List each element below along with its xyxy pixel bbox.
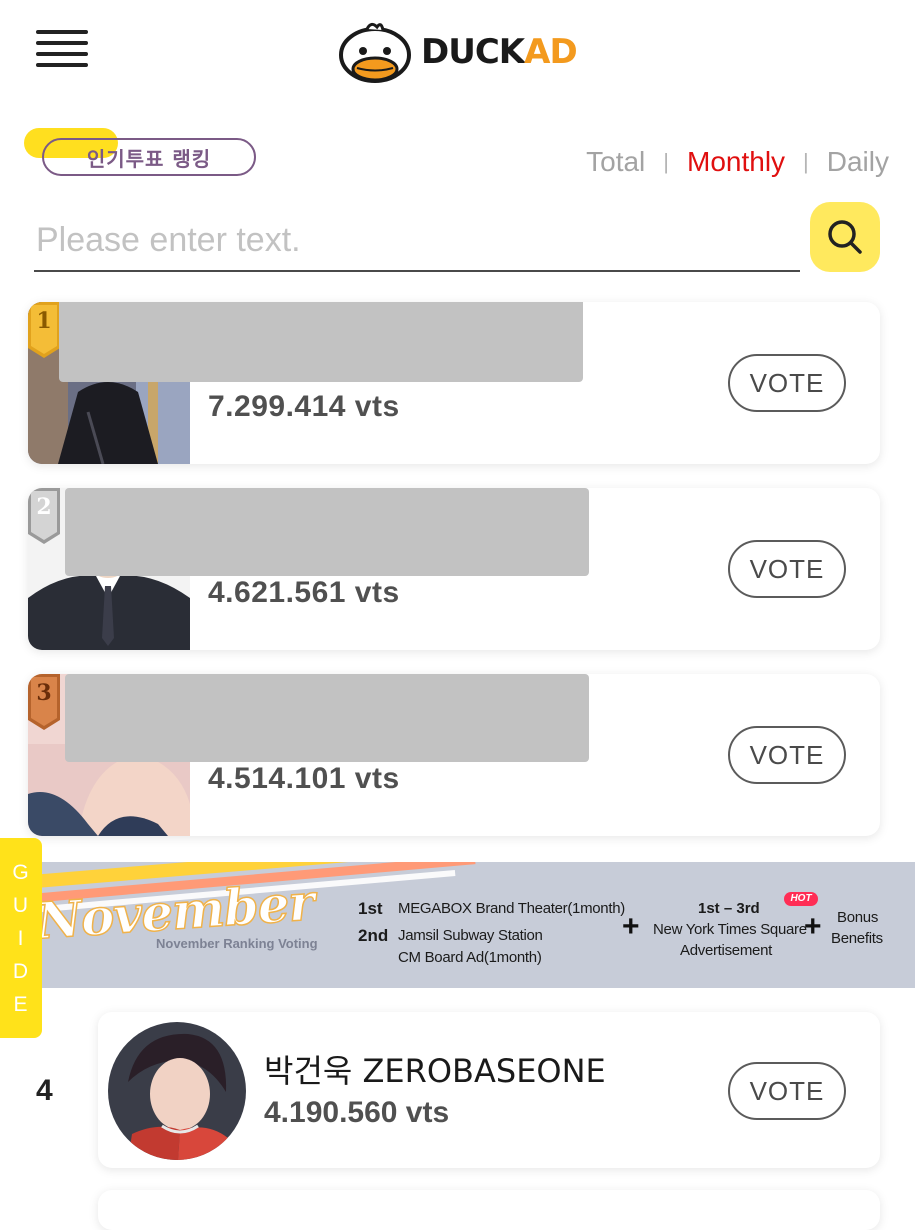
ranking-title-badge: 인기투표 랭킹: [24, 128, 264, 184]
logo-wordmark: DUCKAD: [421, 32, 578, 72]
prize-top3-text-1: New York Times Square: [653, 921, 807, 938]
redacted-name: [65, 488, 589, 576]
prize-bonus-text-2: Benefits: [831, 930, 883, 947]
prize-first-rank: 1st: [358, 899, 383, 918]
ranking-row-4: 박건욱 ZEROBASEONE 4.190.560 vts VOTE: [98, 1012, 880, 1168]
guide-letter: U: [12, 894, 30, 917]
ranking-card-3: 3 4.514.101 vts VOTE: [28, 674, 880, 836]
prize-top3-rank: 1st – 3rd: [698, 900, 760, 917]
duckad-logo[interactable]: DUCKAD: [337, 20, 578, 84]
logo-wordmark-ad: AD: [524, 32, 578, 72]
guide-letter: D: [12, 960, 30, 983]
logo-wordmark-duck: DUCK: [421, 32, 525, 72]
avatar: [108, 1022, 246, 1160]
guide-letter: G: [12, 861, 30, 884]
duck-logo-icon: [339, 22, 411, 83]
tab-separator: |: [803, 149, 809, 174]
vote-count: 4.190.560 vts: [264, 1096, 450, 1129]
november-prize-banner[interactable]: November November Ranking Voting 1st MEG…: [36, 862, 915, 988]
redacted-name: [59, 302, 583, 382]
tab-total[interactable]: Total: [586, 146, 645, 178]
plus-icon: +: [622, 910, 640, 943]
artist-name: 박건욱 ZEROBASEONE: [264, 1052, 606, 1090]
search-input[interactable]: [34, 210, 800, 272]
app-header: DUCKAD: [0, 0, 915, 110]
guide-letter: E: [13, 993, 29, 1016]
period-tabs: Total | Monthly | Daily: [586, 146, 889, 178]
rank-number: 3: [36, 680, 52, 706]
prize-second-rank: 2nd: [358, 926, 389, 945]
prize-top3-text-2: Advertisement: [680, 942, 772, 959]
plus-icon: +: [804, 910, 822, 943]
vote-count: 4.514.101 vts: [208, 762, 400, 795]
ranking-card-1: 1 7.299.414 vts VOTE: [28, 302, 880, 464]
vote-count: 7.299.414 vts: [208, 390, 400, 423]
guide-letter: I: [17, 927, 25, 950]
prize-first-text: MEGABOX Brand Theater(1month): [398, 900, 625, 917]
banner-subtitle: November Ranking Voting: [156, 936, 318, 951]
ranking-title: 인기투표 랭킹: [42, 138, 256, 176]
vote-count: 4.621.561 vts: [208, 576, 400, 609]
redacted-name: [65, 674, 589, 762]
guide-tab[interactable]: G U I D E: [0, 838, 42, 1038]
prize-bonus-text-1: Bonus: [837, 909, 879, 926]
hamburger-menu-icon[interactable]: [36, 30, 90, 76]
search-button[interactable]: [810, 202, 880, 272]
vote-button[interactable]: VOTE: [728, 726, 846, 784]
tab-daily[interactable]: Daily: [827, 146, 889, 178]
ranking-card-2: 2 4.621.561 vts VOTE: [28, 488, 880, 650]
prize-second-text-2: CM Board Ad(1month): [398, 949, 542, 966]
rank-number: 2: [36, 494, 52, 520]
tab-monthly[interactable]: Monthly: [687, 146, 785, 178]
ranking-row-5: [98, 1190, 880, 1230]
prize-second-text-1: Jamsil Subway Station: [398, 927, 543, 944]
vote-button[interactable]: VOTE: [728, 540, 846, 598]
rank-number: 1: [36, 308, 52, 334]
search-icon: [828, 220, 862, 254]
vote-button[interactable]: VOTE: [728, 354, 846, 412]
rank-number: 4: [36, 1074, 53, 1107]
hot-badge: HOT: [784, 892, 818, 906]
vote-button[interactable]: VOTE: [728, 1062, 846, 1120]
tab-separator: |: [663, 149, 669, 174]
